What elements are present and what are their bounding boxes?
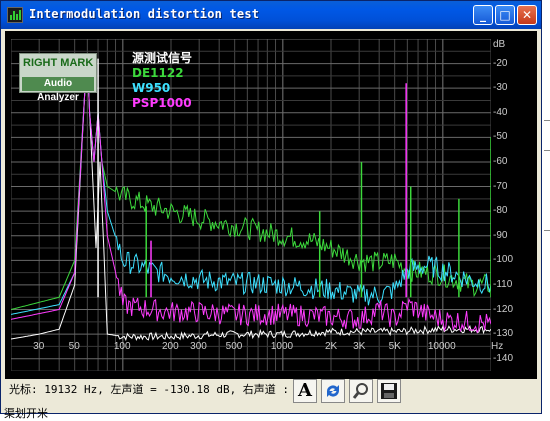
y-tick-label: -50 <box>493 131 508 143</box>
legend-item-psp1000: PSP1000 <box>132 96 192 110</box>
maximize-button[interactable]: □ <box>495 5 515 25</box>
y-tick-label: -20 <box>493 57 508 69</box>
x-tick-label: 2K <box>325 341 338 352</box>
text-tool-button[interactable]: A <box>293 379 317 403</box>
x-tick-label: 3K <box>353 341 366 352</box>
window-title: Intermodulation distortion test <box>29 7 260 21</box>
minimize-button[interactable]: _ <box>473 5 493 25</box>
close-button[interactable]: ✕ <box>517 5 537 25</box>
x-tick-label: 500 <box>225 341 243 352</box>
y-tick-label: -100 <box>493 254 514 266</box>
legend-item-w950: W950 <box>132 81 171 95</box>
x-tick-label: 10000 <box>427 341 456 352</box>
zoom-search-icon[interactable] <box>349 379 373 403</box>
title-bar[interactable]: Intermodulation distortion test _ □ ✕ <box>1 1 541 29</box>
y-tick-label: -140 <box>493 352 514 364</box>
x-tick-label: 300 <box>190 341 207 352</box>
right-edge-fragment <box>542 0 550 418</box>
y-tick-label: -30 <box>493 82 508 94</box>
rightmark-logo: RIGHT MARK Audio Analyzer <box>19 53 97 103</box>
y-tick-label: -90 <box>493 229 508 241</box>
refresh-icon[interactable] <box>321 379 345 403</box>
x-tick-label: 200 <box>162 341 179 352</box>
background-text-fragment: 渠划开米 <box>4 408 48 420</box>
y-tick-label: -70 <box>493 180 508 192</box>
save-icon[interactable] <box>377 379 401 403</box>
cursor-readout: 光标: 19132 Hz, 左声道 = -130.18 dB, 右声道 : <box>9 383 290 396</box>
x-unit-label: Hz <box>491 341 504 352</box>
y-tick-label: -80 <box>493 205 508 217</box>
y-tick-label: -60 <box>493 155 508 167</box>
y-tick-label: -120 <box>493 303 514 315</box>
app-icon <box>7 7 23 23</box>
x-tick-label: 50 <box>68 341 80 352</box>
x-tick-label: 30 <box>33 341 45 352</box>
logo-line1: RIGHT MARK <box>23 57 94 69</box>
series-line-3 <box>11 58 491 334</box>
x-tick-label: 1000 <box>270 341 294 352</box>
legend-item-source: 源测试信号 <box>132 51 193 65</box>
spectrum-plot[interactable]: RIGHT MARK Audio Analyzer 源测试信号 DE1122 W… <box>11 39 491 371</box>
legend-item-de1122: DE1122 <box>132 66 184 80</box>
x-tick-label: 5K <box>388 341 401 352</box>
y-tick-label: -40 <box>493 106 508 118</box>
y-tick-label: -110 <box>493 278 513 290</box>
y-tick-label: -130 <box>493 328 514 340</box>
legend: 源测试信号 DE1122 W950 PSP1000 <box>132 51 192 111</box>
y-unit-label: dB <box>493 39 506 50</box>
app-window: Intermodulation distortion test _ □ ✕ RI… <box>0 0 542 414</box>
status-bar: 光标: 19132 Hz, 左声道 = -130.18 dB, 右声道 : A <box>5 379 539 409</box>
chart-panel: RIGHT MARK Audio Analyzer 源测试信号 DE1122 W… <box>5 31 539 403</box>
logo-line2: Audio Analyzer <box>22 77 94 103</box>
x-tick-label: 100 <box>113 341 131 352</box>
